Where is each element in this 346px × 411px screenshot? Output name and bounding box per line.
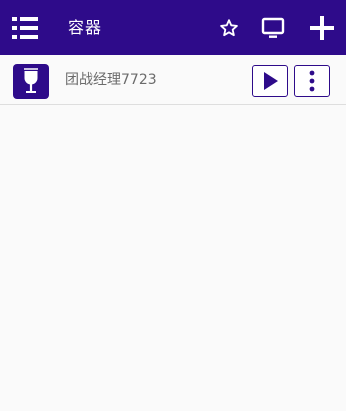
play-icon — [264, 72, 278, 90]
add-button[interactable] — [306, 12, 338, 44]
star-icon — [220, 19, 238, 37]
plus-icon — [310, 16, 334, 40]
play-button[interactable] — [252, 65, 288, 97]
container-name: 团战经理7723 — [65, 72, 157, 88]
screen-icon — [261, 17, 285, 38]
favorite-button[interactable] — [213, 12, 245, 44]
app-bar: 容器 — [0, 0, 346, 55]
more-options-button[interactable] — [294, 65, 330, 97]
container-list: 团战经理7723 — [0, 55, 346, 105]
more-vert-icon — [309, 70, 315, 92]
menu-icon — [12, 17, 38, 39]
screen-button[interactable] — [257, 12, 289, 44]
container-row[interactable]: 团战经理7723 — [0, 55, 346, 105]
wine-glass-icon — [13, 64, 49, 99]
menu-button[interactable] — [10, 14, 40, 42]
page-title: 容器 — [68, 18, 103, 37]
